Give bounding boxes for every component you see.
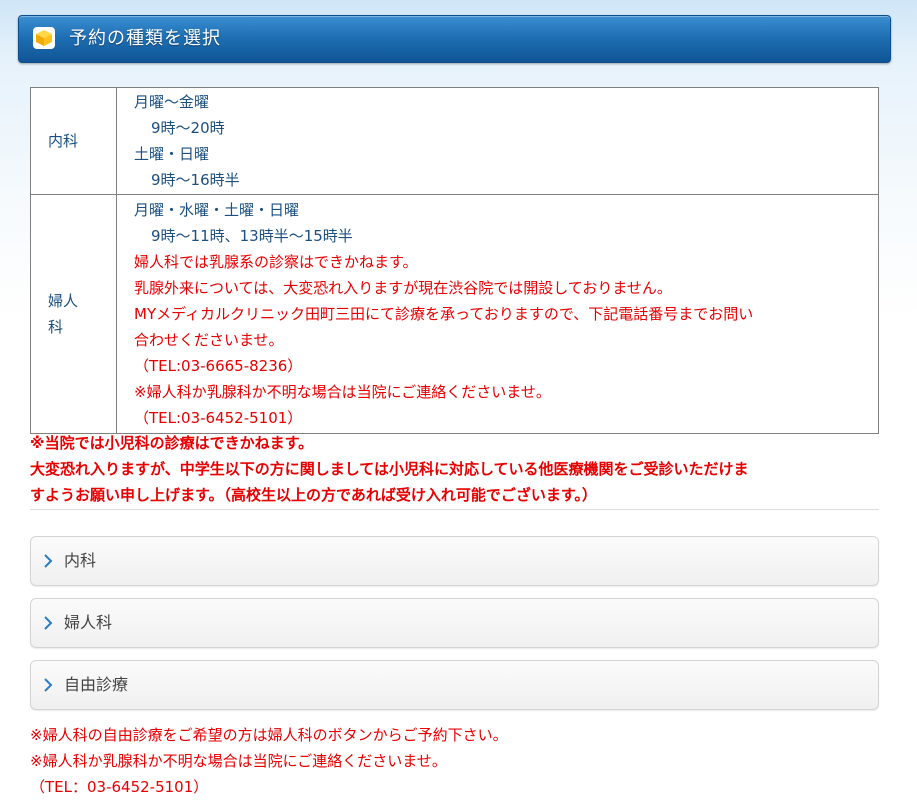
accordion-gynecology[interactable]: 婦人科 [30, 598, 879, 648]
accordion-internal-medicine[interactable]: 内科 [30, 536, 879, 586]
accordion-self-pay[interactable]: 自由診療 [30, 660, 879, 710]
notice-line: ※当院では小児科の診療はできかねます。 [30, 434, 314, 452]
chevron-right-icon [44, 554, 53, 568]
schedule-line: 9時～20時 [151, 119, 225, 137]
dept-label: 内科 [48, 132, 79, 150]
table-row-internal-medicine: 内科 月曜～金曜 9時～20時 土曜・日曜 9時～16時半 [30, 87, 879, 195]
section-header: 予約の種類を選択 [18, 15, 891, 63]
hours-cell: 月曜・水曜・土曜・日曜 9時～11時、13時半～15時半 婦人科では乳腺系の診察… [116, 194, 879, 434]
accordion-label: 内科 [64, 551, 97, 570]
phone-number: （TEL:03-6665-8236） [134, 357, 303, 375]
schedule-note: 乳腺外来については、大変恐れ入りますが現在渋谷院では開設しておりません。 [134, 279, 672, 297]
dept-cell: 婦人 科 [30, 194, 117, 434]
accordion-label: 婦人科 [64, 613, 113, 632]
schedule-note: ※婦人科か乳腺科か不明な場合は当院にご連絡くださいませ。 [134, 383, 551, 401]
schedule-line: 土曜・日曜 [134, 145, 210, 163]
notice-line: すようお願い申し上げます。（高校生以上の方であれば受け入れ可能でございます。） [30, 486, 597, 504]
footnote: ※婦人科の自由診療をご希望の方は婦人科のボタンからご予約下さい。 ※婦人科か乳腺… [30, 722, 890, 800]
pediatrics-notice: ※当院では小児科の診療はできかねます。 大変恐れ入りますが、中学生以下の方に関し… [30, 430, 880, 508]
phone-number: （TEL:03-6452-5101） [134, 409, 303, 427]
dept-label: 科 [48, 318, 64, 336]
page-title: 予約の種類を選択 [69, 28, 221, 49]
schedule-line: 月曜～金曜 [134, 93, 210, 111]
footnote-line: ※婦人科か乳腺科か不明な場合は当院にご連絡くださいませ。 [30, 752, 447, 770]
box-icon [33, 27, 55, 49]
schedule-line: 月曜・水曜・土曜・日曜 [134, 201, 300, 219]
dept-cell: 内科 [30, 87, 117, 195]
notice-line: 大変恐れ入りますが、中学生以下の方に関しましては小児科に対応している他医療機関を… [30, 460, 749, 478]
schedule-note: 合わせくださいませ。 [134, 331, 284, 349]
hours-cell: 月曜～金曜 9時～20時 土曜・日曜 9時～16時半 [116, 87, 879, 195]
schedule-table: 内科 月曜～金曜 9時～20時 土曜・日曜 9時～16時半 婦人 科 月曜・水曜… [30, 87, 879, 434]
accordion-label: 自由診療 [64, 675, 129, 694]
schedule-note: 婦人科では乳腺系の診察はできかねます。 [134, 253, 418, 271]
chevron-right-icon [44, 616, 53, 630]
schedule-note: MYメディカルクリニック田町三田にて診療を承っておりますので、下記電話番号までお… [134, 305, 754, 323]
schedule-line: 9時～16時半 [151, 171, 240, 189]
phone-number: （TEL：03-6452-5101） [30, 778, 209, 796]
dept-label: 婦人 [48, 292, 79, 310]
chevron-right-icon [44, 678, 53, 692]
divider [30, 509, 879, 510]
content-panel: 内科 月曜～金曜 9時～20時 土曜・日曜 9時～16時半 婦人 科 月曜・水曜… [0, 62, 917, 810]
footnote-line: ※婦人科の自由診療をご希望の方は婦人科のボタンからご予約下さい。 [30, 726, 508, 744]
schedule-line: 9時～11時、13時半～15時半 [151, 227, 353, 245]
table-row-gynecology: 婦人 科 月曜・水曜・土曜・日曜 9時～11時、13時半～15時半 婦人科では乳… [30, 194, 879, 434]
